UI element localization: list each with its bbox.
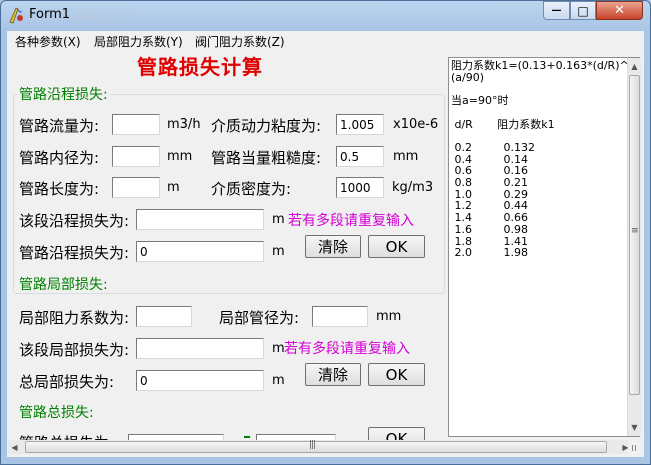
viscosity-input[interactable]: 1.005 [336,114,384,135]
diameter-unit: mm [167,149,193,164]
close-icon: ✕ [614,3,625,18]
friction-loss-group-label: 管路沿程损失: [17,84,110,104]
listbox-line: d/R 阻力系数k1 [451,117,555,131]
total-local-label: 总局部损失为: [19,373,115,391]
diameter-input[interactable] [112,146,160,167]
listbox-lines: 阻力系数k1=(0.13+0.163*(d/R)^3.5)* (a/90) 当a=… [451,59,640,260]
local-pipe-unit: mm [376,309,402,324]
overall-mark [244,436,250,438]
overall-loss-section-label: 管路总损失: [19,405,94,421]
maximize-button[interactable]: □ [570,1,596,20]
length-unit: m [167,180,180,195]
listbox-line: (a/90) [451,70,485,84]
page-title: 管路损失计算 [137,55,263,79]
menu-item-valve-resistance[interactable]: 阀门阻力系数(Z) [195,33,285,50]
local-clear-button[interactable]: 清除 [305,363,361,386]
window-title-ghost: 绘图 3.5.3 [76,10,130,23]
size-grip[interactable] [628,440,641,454]
friction-repeat-hint: 若有多段请重复输入 [288,213,414,229]
vthumb-grip-icon: ≡ [631,226,639,236]
flow-label: 管路流量为: [19,117,100,135]
total-friction-unit: m [272,244,285,259]
local-ok-button[interactable]: OK [368,363,425,386]
diameter-label: 管路内径为: [19,149,100,167]
minimize-button[interactable]: — [543,1,570,20]
total-friction-label: 管路沿程损失为: [19,244,130,262]
maximize-icon: □ [577,3,589,18]
horizontal-scrollbar[interactable]: ◀ ||| ▶ [8,440,634,454]
vertical-scroll-thumb[interactable]: ≡ [629,75,640,395]
segment-friction-unit: m [272,212,285,227]
flow-input[interactable] [112,114,160,135]
menu-item-local-resistance[interactable]: 局部阻力系数(Y) [94,33,183,50]
length-label: 管路长度为: [19,180,100,198]
segment-local-label: 该段局部损失为: [19,341,130,359]
listbox-line: 1.6 0.98 [451,222,528,236]
local-pipe-label: 局部管径为: [219,309,300,327]
listbox-vertical-scrollbar[interactable]: ▲ ≡ ▼ [627,58,641,436]
menu-item-parameters[interactable]: 各种参数(X) [15,33,81,50]
local-coef-input[interactable] [136,306,192,327]
window-title: Form1 [29,7,71,22]
density-input[interactable]: 1000 [336,177,384,198]
scroll-up-icon[interactable]: ▲ [628,58,641,74]
overall-total-label: 管路总损失为 [19,432,109,440]
listbox-line: 当a=90°时 [451,94,509,108]
listbox-line: 0.8 0.21 [451,176,528,190]
density-label: 介质密度为: [211,180,292,198]
scroll-left-icon[interactable]: ◀ [8,440,21,454]
scroll-down-icon[interactable]: ▼ [628,419,641,435]
flow-unit: m3/h [167,117,201,132]
overall-row-clip: 管路总损失为 OK [0,424,445,440]
roughness-input[interactable]: 0.5 [336,146,384,167]
local-repeat-hint: 若有多段请重复输入 [284,341,410,357]
local-pipe-input[interactable] [312,306,368,327]
hthumb-grip-icon: ||| [309,440,316,450]
roughness-unit: mm [393,149,419,164]
segment-local-unit: m [272,341,285,356]
friction-ok-button[interactable]: OK [368,235,425,258]
segment-friction-output[interactable] [136,209,264,230]
listbox-line [451,107,639,119]
local-loss-section-label: 管路局部损失: [19,277,108,293]
resistance-table-listbox[interactable]: 阻力系数k1=(0.13+0.163*(d/R)^3.5)* (a/90) 当a=… [448,57,640,437]
viscosity-unit: x10e-6 [393,117,439,132]
segment-local-output[interactable] [136,338,264,359]
close-button[interactable]: ✕ [596,1,643,20]
app-icon [9,7,23,24]
friction-clear-button[interactable]: 清除 [305,235,361,258]
minimize-icon: — [551,5,562,16]
total-friction-output[interactable]: 0 [136,241,264,262]
overall-ok-button[interactable]: OK [368,427,425,440]
density-unit: kg/m3 [392,180,434,195]
roughness-label: 管路当量粗糙度: [211,149,322,167]
size-grip-mark [635,445,636,451]
horizontal-scroll-thumb[interactable]: ||| [25,440,607,453]
local-coef-label: 局部阻力系数为: [19,309,130,327]
segment-friction-label: 该段沿程损失为: [19,212,130,230]
viscosity-label: 介质动力粘度为: [211,117,322,135]
listbox-line: 0.2 0.132 [451,140,535,154]
size-grip-mark [632,445,633,451]
total-local-unit: m [272,373,285,388]
listbox-line: 2.0 1.98 [451,246,528,260]
listbox-line: 阻力系数k1=(0.13+0.163*(d/R)^3.5)* [451,59,640,72]
length-input[interactable] [112,177,160,198]
total-local-output[interactable]: 0 [136,370,264,391]
